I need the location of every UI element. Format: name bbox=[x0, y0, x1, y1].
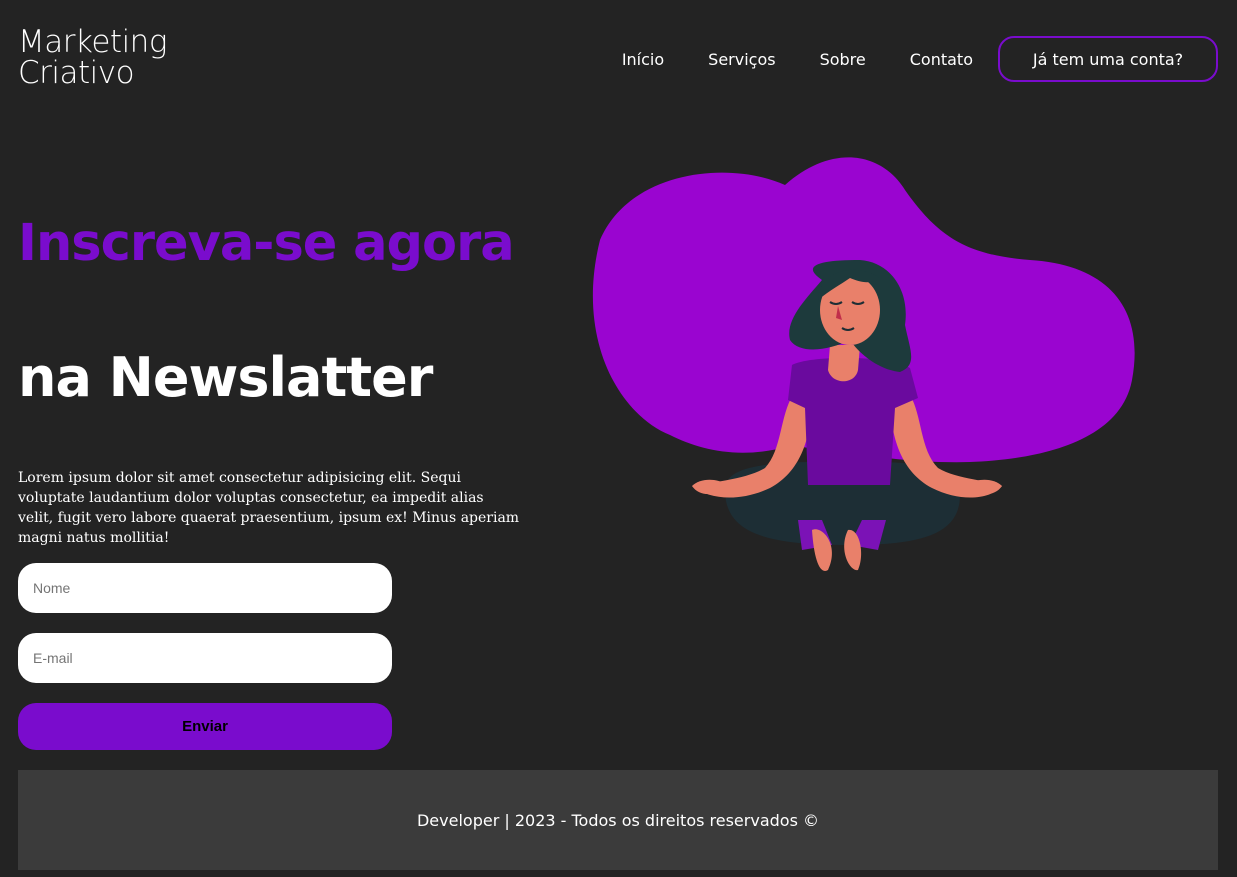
headline-main: na Newslatter bbox=[18, 346, 433, 409]
brand-line-1: Marketing bbox=[18, 24, 167, 60]
headline-accent: Inscreva-se agora bbox=[18, 214, 515, 273]
footer: Developer | 2023 - Todos os direitos res… bbox=[18, 770, 1218, 870]
email-input[interactable] bbox=[18, 633, 392, 683]
name-input[interactable] bbox=[18, 563, 392, 613]
nav-link-servicos[interactable]: Serviços bbox=[708, 50, 775, 69]
main-nav: Início Serviços Sobre Contato Já tem uma… bbox=[622, 36, 1218, 82]
brand-logo[interactable]: Marketing Criativo bbox=[18, 27, 167, 89]
meditating-woman-illustration bbox=[592, 157, 1135, 571]
hero-description: Lorem ipsum dolor sit amet consectetur a… bbox=[18, 470, 520, 546]
login-button[interactable]: Já tem uma conta? bbox=[998, 36, 1218, 82]
nav-link-contato[interactable]: Contato bbox=[910, 50, 973, 69]
brand-line-2: Criativo bbox=[18, 55, 135, 91]
nav-link-sobre[interactable]: Sobre bbox=[820, 50, 866, 69]
nav-link-inicio[interactable]: Início bbox=[622, 50, 664, 69]
submit-button[interactable]: Enviar bbox=[18, 703, 392, 750]
footer-text: Developer | 2023 - Todos os direitos res… bbox=[416, 810, 819, 830]
